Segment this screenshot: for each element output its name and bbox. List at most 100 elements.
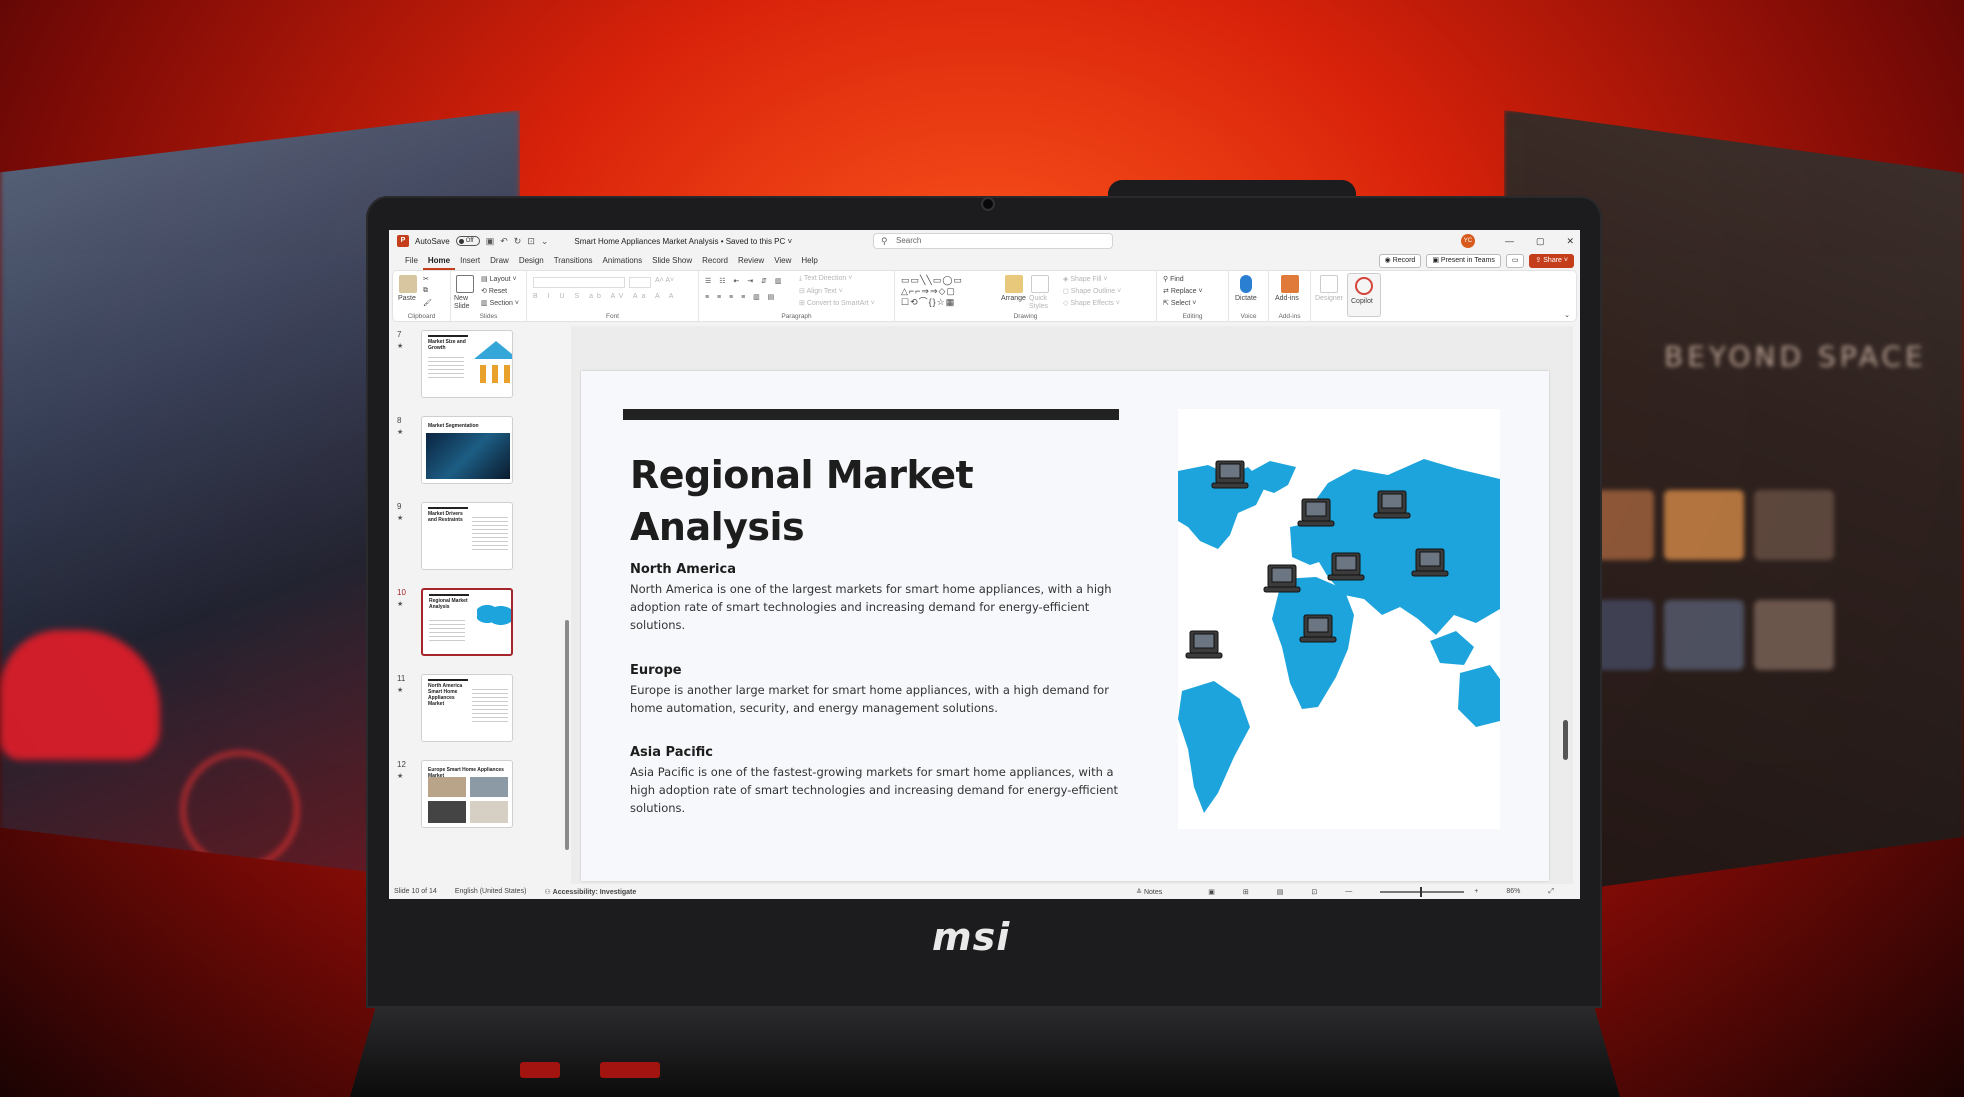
scrollbar-thumb[interactable] xyxy=(1563,720,1568,760)
undo-icon[interactable]: ↶ xyxy=(500,236,508,247)
reading-view-icon[interactable]: ▤ xyxy=(1277,888,1284,896)
scrollbar-thumb[interactable] xyxy=(565,620,569,850)
select-button[interactable]: ⇱ Select ˅ xyxy=(1163,299,1196,307)
present-in-teams-button[interactable]: ▣ Present in Teams xyxy=(1426,254,1501,268)
slide-thumbnail[interactable]: 12 ★ Europe Smart Home Appliances Market xyxy=(393,760,533,830)
collapse-ribbon-icon[interactable]: ⌄ xyxy=(1564,311,1570,319)
font-size-select[interactable] xyxy=(629,277,651,288)
addins-button[interactable]: Add-ins xyxy=(1275,295,1299,302)
comments-button[interactable]: ▭ xyxy=(1505,254,1525,268)
section-body[interactable]: Europe is another large market for smart… xyxy=(630,681,1120,717)
replace-button[interactable]: ⇄ Replace ˅ xyxy=(1163,287,1203,295)
arrange-icon[interactable] xyxy=(1005,275,1023,293)
document-title[interactable]: Smart Home Appliances Market Analysis • … xyxy=(574,237,792,246)
zoom-in-icon[interactable]: + xyxy=(1474,888,1478,895)
canvas-scrollbar[interactable] xyxy=(1563,330,1569,878)
quick-styles-button[interactable]: Quick Styles xyxy=(1029,295,1053,311)
section-heading[interactable]: Asia Pacific xyxy=(630,745,713,760)
tab-draw[interactable]: Draw xyxy=(485,252,514,270)
share-button[interactable]: ⇪ Share ˅ xyxy=(1529,254,1574,268)
designer-button[interactable]: Designer xyxy=(1315,295,1343,302)
slide-thumbnail[interactable]: 11 ★ North America Smart Home Appliances… xyxy=(393,674,533,744)
new-slide-button[interactable]: New Slide xyxy=(454,295,478,311)
search-input[interactable]: ⚲ Search xyxy=(873,233,1113,249)
slide-thumbnail[interactable]: 7 ★ Market Size and Growth xyxy=(393,330,533,400)
font-format-buttons[interactable]: B I U S ab AV Aa A A xyxy=(533,293,677,300)
thumbnail-card[interactable]: Market Size and Growth xyxy=(421,330,513,398)
tab-help[interactable]: Help xyxy=(796,252,822,270)
copy-icon[interactable]: ⧉ xyxy=(423,287,428,295)
section-heading[interactable]: Europe xyxy=(630,663,682,678)
tab-insert[interactable]: Insert xyxy=(455,252,485,270)
minimize-icon[interactable]: — xyxy=(1505,236,1514,246)
paste-icon[interactable] xyxy=(399,275,417,293)
slide-title[interactable]: Regional Market Analysis xyxy=(630,449,1050,553)
paste-button[interactable]: Paste xyxy=(398,295,416,302)
fit-to-window-icon[interactable]: ⤢ xyxy=(1548,888,1554,896)
shapes-gallery[interactable]: ▭▭╲╲▭◯▭ △⌐⌐⇒⇒◇▢ ☐⟲⌒{}☆▦ xyxy=(901,275,997,309)
align-text-button[interactable]: ⊟ Align Text ˅ xyxy=(799,287,843,295)
slide-thumbnail[interactable]: 8 ★ Market Segmentation xyxy=(393,416,533,486)
copilot-button[interactable]: Copilot xyxy=(1351,298,1373,305)
tab-transitions[interactable]: Transitions xyxy=(549,252,598,270)
accessibility-button[interactable]: ⚇ Accessibility: Investigate xyxy=(544,888,636,896)
notes-button[interactable]: ≙ Notes xyxy=(1136,888,1180,896)
reset-button[interactable]: ⟲ Reset xyxy=(481,287,507,295)
tab-file[interactable]: File xyxy=(400,252,423,270)
section-body[interactable]: North America is one of the largest mark… xyxy=(630,580,1120,634)
shape-fill-button[interactable]: ◈ Shape Fill ˅ xyxy=(1063,275,1108,283)
section-heading[interactable]: North America xyxy=(630,562,736,577)
cut-icon[interactable]: ✂ xyxy=(423,275,429,283)
normal-view-icon[interactable]: ▣ xyxy=(1208,888,1215,896)
thumbnail-card[interactable]: Europe Smart Home Appliances Market xyxy=(421,760,513,828)
shape-outline-button[interactable]: ◻ Shape Outline ˅ xyxy=(1063,287,1121,295)
thumbnail-card[interactable]: North America Smart Home Appliances Mark… xyxy=(421,674,513,742)
copilot-icon[interactable] xyxy=(1355,277,1373,295)
grow-font-icon[interactable]: A˄ A˅ xyxy=(655,277,674,284)
tab-record[interactable]: Record xyxy=(697,252,733,270)
thumbnail-card[interactable]: Market Drivers and Restraints xyxy=(421,502,513,570)
slide-thumbnail[interactable]: 9 ★ Market Drivers and Restraints xyxy=(393,502,533,572)
slide-sorter-icon[interactable]: ⊞ xyxy=(1243,888,1249,896)
tab-slide-show[interactable]: Slide Show xyxy=(647,252,697,270)
section-button[interactable]: ▥ Section ˅ xyxy=(481,299,519,307)
present-icon[interactable]: ⊡ xyxy=(527,236,535,247)
font-family-select[interactable] xyxy=(533,277,625,288)
align-buttons[interactable]: ≡ ≡ ≡ ≡ ▥ ▤ xyxy=(705,293,777,301)
addins-icon[interactable] xyxy=(1281,275,1299,293)
format-painter-icon[interactable]: 🖌 xyxy=(423,299,432,307)
arrange-button[interactable]: Arrange xyxy=(1001,295,1026,302)
zoom-out-icon[interactable]: — xyxy=(1345,888,1352,895)
autosave-toggle[interactable]: Off xyxy=(455,236,480,246)
avatar[interactable]: YC xyxy=(1460,234,1475,248)
slide-thumbnail-active[interactable]: 10 ★ Regional Market Analysis xyxy=(393,588,533,658)
find-button[interactable]: ⚲ Find xyxy=(1163,275,1184,283)
section-body[interactable]: Asia Pacific is one of the fastest-growi… xyxy=(630,763,1120,817)
shape-effects-button[interactable]: ◇ Shape Effects ˅ xyxy=(1063,299,1120,307)
tab-design[interactable]: Design xyxy=(514,252,549,270)
customize-icon[interactable]: ⌄ xyxy=(541,236,549,247)
language-indicator[interactable]: English (United States) xyxy=(455,888,527,895)
close-icon[interactable]: ✕ xyxy=(1566,236,1574,247)
save-icon[interactable]: ▣ xyxy=(486,236,495,247)
maximize-icon[interactable]: ▢ xyxy=(1536,236,1545,247)
tab-review[interactable]: Review xyxy=(733,252,769,270)
layout-button[interactable]: ▤ Layout ˅ xyxy=(481,275,517,283)
dictate-button[interactable]: Dictate xyxy=(1235,295,1257,302)
slideshow-icon[interactable]: ⊡ xyxy=(1311,888,1317,896)
zoom-slider[interactable] xyxy=(1380,886,1465,897)
thumbnail-card[interactable]: Market Segmentation xyxy=(421,416,513,484)
world-map-image[interactable] xyxy=(1178,409,1500,829)
tab-home[interactable]: Home xyxy=(422,252,456,270)
microphone-icon[interactable] xyxy=(1240,275,1252,293)
thumbnail-card[interactable]: Regional Market Analysis xyxy=(421,588,513,656)
thumbnail-scrollbar[interactable] xyxy=(565,330,570,886)
current-slide[interactable]: Regional Market Analysis North America N… xyxy=(581,371,1549,881)
quick-styles-icon[interactable] xyxy=(1031,275,1049,293)
new-slide-icon[interactable] xyxy=(456,275,474,293)
list-buttons[interactable]: ☰ ☷ ⇤ ⇥ ⇵ ▥ xyxy=(705,277,784,285)
record-button[interactable]: ◉ Record xyxy=(1378,254,1422,268)
smartart-button[interactable]: ⊞ Convert to SmartArt ˅ xyxy=(799,299,875,307)
text-direction-button[interactable]: ⤓ Text Direction ˅ xyxy=(799,275,852,283)
tab-view[interactable]: View xyxy=(769,252,796,270)
